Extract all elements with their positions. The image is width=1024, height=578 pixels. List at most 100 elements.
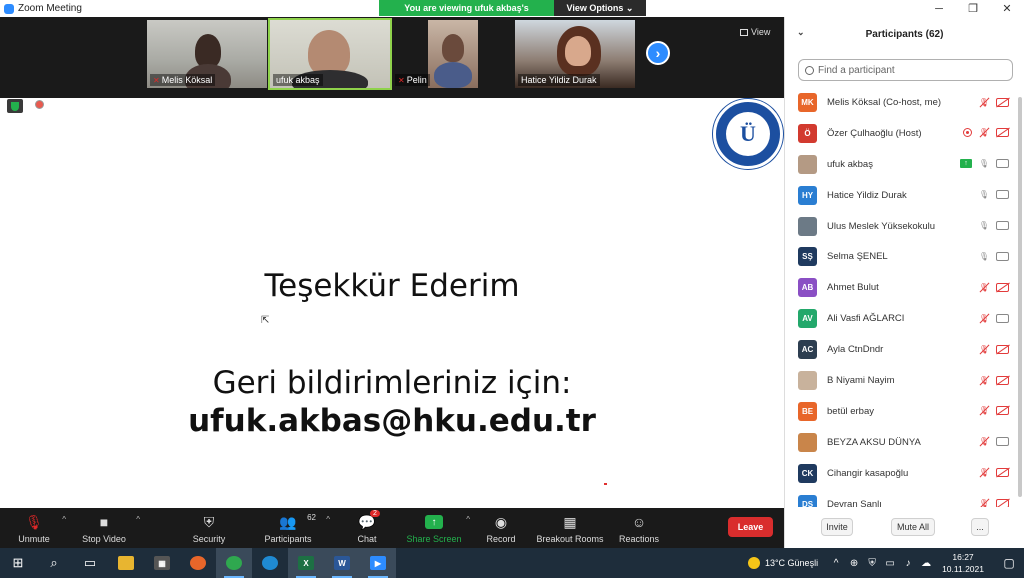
clock[interactable]: 16:27 10.11.2021 (942, 551, 984, 575)
volume-icon[interactable]: ♪ (900, 558, 916, 569)
muted-mic-icon[interactable]: 🎙 (978, 405, 990, 417)
chevron-up-icon[interactable]: ^ (466, 515, 470, 524)
chrome-icon[interactable] (216, 548, 252, 578)
camera-icon[interactable] (996, 190, 1009, 200)
view-button[interactable]: View (740, 27, 770, 37)
invite-button[interactable]: Invite (821, 518, 853, 536)
muted-mic-icon: 🎙 (25, 513, 43, 530)
camera-off-icon[interactable] (996, 406, 1009, 416)
participant-row[interactable]: CK Cihangir kasapoğlu 🎙 (785, 458, 1024, 489)
mic-icon[interactable]: 🎙 (978, 158, 990, 170)
slide-thanks-text: Teşekkür Ederim (264, 268, 520, 304)
camera-off-icon[interactable] (996, 375, 1009, 385)
camera-off-icon[interactable] (996, 128, 1009, 138)
participant-row[interactable]: AV Ali Vasfi AĞLARCI 🎙 (785, 303, 1024, 334)
muted-mic-icon[interactable]: 🎙 (978, 312, 990, 324)
unmute-button[interactable]: 🎙 Unmute ^ (14, 508, 66, 548)
mute-all-button[interactable]: Mute All (891, 518, 935, 536)
breakout-rooms-button[interactable]: ▦ Breakout Rooms (536, 508, 604, 548)
globe-icon[interactable]: ⊕ (846, 558, 862, 569)
chevron-up-icon[interactable]: ^ (326, 515, 330, 524)
chevron-up-icon[interactable]: ^ (828, 558, 844, 569)
task-view-icon[interactable]: ▭ (72, 548, 108, 578)
weather-widget[interactable]: 13°C Güneşli (747, 557, 818, 569)
participant-row[interactable]: SŞ Selma ŞENEL 🎙 (785, 241, 1024, 272)
muted-mic-icon[interactable]: 🎙 (978, 96, 990, 108)
maximize-icon[interactable]: ❐ (956, 0, 990, 17)
viewing-screen-label: You are viewing ufuk akbaş's screen (379, 0, 554, 29)
video-tile[interactable]: Hatice Yildiz Durak (515, 20, 635, 88)
participant-row[interactable]: AC Ayla CtnDndr 🎙 (785, 334, 1024, 365)
chevron-up-icon[interactable]: ^ (62, 515, 66, 524)
share-screen-button[interactable]: ↑ Share Screen ^ (406, 508, 470, 548)
next-page-arrow-icon[interactable]: › (646, 41, 670, 65)
participant-row[interactable]: MK Melis Köksal (Co-host, me) 🎙 (785, 87, 1024, 118)
participant-row[interactable]: B Niyami Nayim 🎙 (785, 365, 1024, 396)
record-button[interactable]: ◉ Record (483, 508, 519, 548)
firefox-icon[interactable] (180, 548, 216, 578)
leave-button[interactable]: Leave (728, 517, 773, 537)
notification-icon[interactable]: ▢ (994, 556, 1024, 570)
word-icon[interactable]: W (324, 548, 360, 578)
video-tile[interactable]: ✕ Pelin (392, 20, 512, 88)
file-explorer-icon[interactable] (108, 548, 144, 578)
muted-mic-icon[interactable]: 🎙 (978, 498, 990, 507)
mic-icon[interactable]: 🎙 (978, 189, 990, 201)
mic-icon[interactable]: 🎙 (978, 220, 990, 232)
sun-icon (747, 557, 760, 569)
more-options-button[interactable]: ... (971, 518, 989, 536)
security-icon[interactable]: ⛨ (864, 558, 880, 569)
camera-off-icon[interactable] (996, 282, 1009, 292)
muted-mic-icon[interactable]: 🎙 (978, 343, 990, 355)
video-tile-active-speaker[interactable]: ufuk akbaş (268, 18, 392, 90)
muted-mic-icon[interactable]: 🎙 (978, 127, 990, 139)
camera-icon[interactable] (996, 437, 1009, 447)
excel-icon[interactable]: X (288, 548, 324, 578)
camera-off-icon[interactable] (996, 97, 1009, 107)
camera-off-icon[interactable] (996, 468, 1009, 478)
zoom-icon[interactable]: ▶ (360, 548, 396, 578)
muted-mic-icon[interactable]: 🎙 (978, 436, 990, 448)
minimize-icon[interactable]: ─ (922, 0, 956, 17)
chat-button[interactable]: 💬 Chat 2 (352, 508, 382, 548)
security-button[interactable]: ⛨ Security (189, 508, 229, 548)
edge-icon[interactable] (252, 548, 288, 578)
camera-icon[interactable] (996, 221, 1009, 231)
start-icon[interactable]: ⊞ (0, 548, 36, 578)
participant-row[interactable]: ufuk akbaş ↑ 🎙 (785, 149, 1024, 180)
chevron-up-icon[interactable]: ^ (136, 515, 140, 524)
participant-row[interactable]: DŞ Devran Şanlı 🎙 (785, 489, 1024, 507)
camera-off-icon[interactable] (996, 499, 1009, 507)
meeting-toolbar: 🎙 Unmute ^ ■ Stop Video ^ ⛨ Security 👥 P… (0, 508, 784, 548)
camera-icon[interactable] (996, 159, 1009, 169)
muted-mic-icon[interactable]: 🎙 (978, 281, 990, 293)
camera-icon[interactable] (996, 251, 1009, 261)
onedrive-icon[interactable]: ☁ (918, 558, 934, 569)
network-icon[interactable]: ▭ (882, 558, 898, 569)
participant-row[interactable]: BE betül erbay 🎙 (785, 396, 1024, 427)
camera-icon[interactable] (996, 313, 1009, 323)
participant-row[interactable]: Ö Özer Çulhaoğlu (Host) 🎙 (785, 118, 1024, 149)
participant-list-scrollbar[interactable] (1018, 97, 1022, 497)
participant-row[interactable]: HY Hatice Yildiz Durak 🎙 (785, 180, 1024, 211)
reactions-button[interactable]: ☺ Reactions (618, 508, 660, 548)
participant-row[interactable]: AB Ahmet Bulut 🎙 (785, 272, 1024, 303)
video-tile[interactable]: ✕ Melis Köksal (147, 20, 267, 88)
store-icon[interactable]: ▦ (144, 548, 180, 578)
participant-row[interactable]: Ulus Meslek Yüksekokulu 🎙 (785, 211, 1024, 242)
muted-mic-icon[interactable]: 🎙 (978, 374, 990, 386)
search-icon[interactable]: ⌕ (36, 548, 72, 578)
stop-video-button[interactable]: ■ Stop Video ^ (80, 508, 140, 548)
close-icon[interactable]: ✕ (990, 0, 1024, 17)
university-logo: Ü (713, 99, 783, 169)
mic-icon[interactable]: 🎙 (978, 250, 990, 262)
participant-row[interactable]: BEYZA AKSU DÜNYA 🎙 (785, 427, 1024, 458)
chevron-down-icon[interactable]: ⌄ (797, 27, 805, 38)
muted-mic-icon: ✕ (153, 75, 160, 85)
participants-button[interactable]: 👥 Participants 62 ^ (262, 508, 330, 548)
shield-icon: ⛨ (203, 513, 215, 530)
muted-mic-icon[interactable]: 🎙 (978, 467, 990, 479)
view-options-button[interactable]: View Options ⌄ (554, 0, 646, 16)
participant-search-input[interactable]: Find a participant (798, 59, 1013, 81)
camera-off-icon[interactable] (996, 344, 1009, 354)
